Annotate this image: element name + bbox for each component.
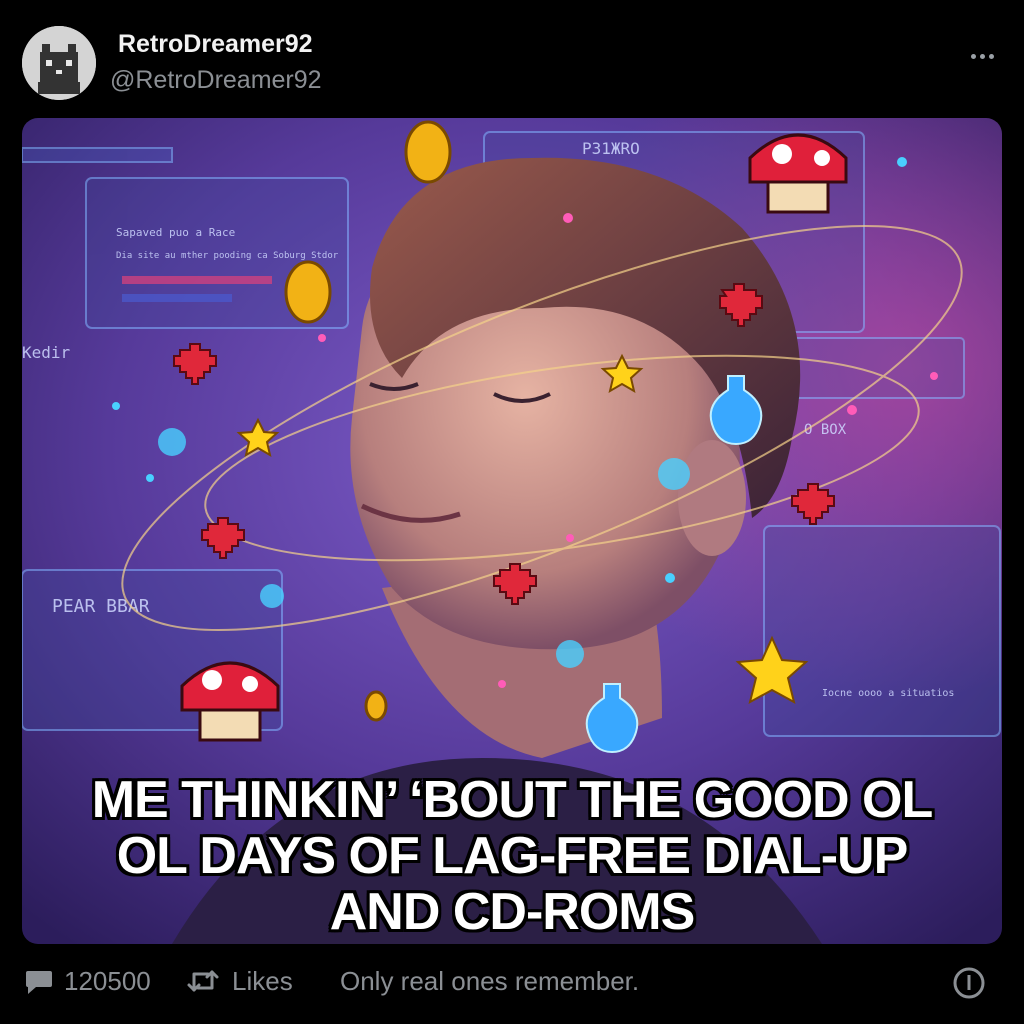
display-name[interactable]: RetroDreamer92 <box>118 30 313 59</box>
scene-text-6: PEAR BBAR <box>52 596 150 617</box>
caption-line-3: AND CD-ROMS <box>329 883 696 941</box>
scene-text-5: O BOX <box>804 422 847 438</box>
scene-text-1: Sapaved puo a Race <box>116 226 235 239</box>
more-horizontal-icon[interactable] <box>966 44 998 68</box>
post-text: Only real ones remember. <box>340 966 640 996</box>
post-header: RetroDreamer92 @RetroDreamer92 <box>0 0 1024 118</box>
caption-line-1: ME THINKIN’ ‘BOUT THE GOOD OL <box>91 771 934 829</box>
post-footer: 120500 Likes Only real ones remember. <box>0 950 1024 1024</box>
scene-text-7: Iocne oooo a situatios <box>822 688 954 699</box>
likes-label[interactable]: Likes <box>232 966 293 997</box>
scene-text-2: Dia site au mther pooding ca Soburg Stdo… <box>116 251 339 261</box>
post-image[interactable]: Sapaved puo a Race Dia site au mther poo… <box>22 118 1002 944</box>
scene-text-4: PЗ1ЖRO <box>582 139 640 158</box>
info-circle-icon[interactable] <box>952 966 986 1000</box>
meme-caption: ME THINKIN’ ‘BOUT THE GOOD OL OL DAYS OF… <box>22 772 1002 940</box>
reply-count[interactable]: 120500 <box>64 966 151 997</box>
avatar[interactable] <box>22 26 96 100</box>
user-handle[interactable]: @RetroDreamer92 <box>110 66 322 95</box>
scene-text-3: Kedir <box>22 343 71 362</box>
caption-line-2: OL DAYS OF LAG-FREE DIAL-UP <box>116 827 909 885</box>
pixel-cat-icon <box>22 26 96 100</box>
comment-bubble-icon[interactable] <box>24 966 54 996</box>
retweet-icon[interactable] <box>186 966 220 996</box>
